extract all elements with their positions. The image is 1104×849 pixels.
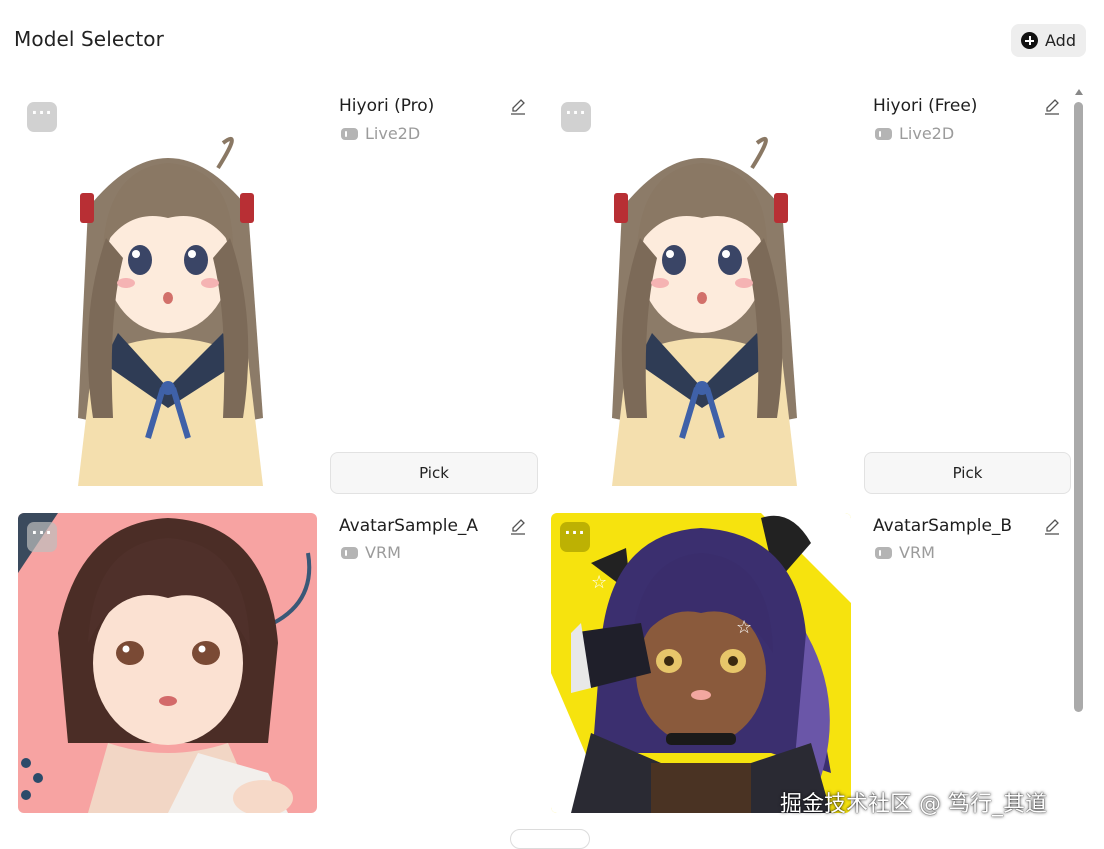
hiyori-illustration xyxy=(18,88,318,486)
model-type: Live2D xyxy=(875,124,954,143)
tag-icon xyxy=(875,546,892,559)
more-options-button[interactable]: ··· xyxy=(27,522,57,552)
svg-text:☆: ☆ xyxy=(736,617,752,638)
model-thumbnail[interactable] xyxy=(552,88,852,486)
watermark: 掘金技术社区 @ 笃行_其道 xyxy=(780,792,1047,817)
svg-text:☆: ☆ xyxy=(591,572,607,593)
model-thumbnail[interactable] xyxy=(18,513,317,813)
pick-button[interactable]: Pick xyxy=(864,452,1071,494)
scroll-up-arrow-icon[interactable] xyxy=(1075,89,1083,95)
model-thumbnail[interactable] xyxy=(18,88,318,486)
model-name: Hiyori (Free) xyxy=(873,96,978,116)
more-options-button[interactable]: ··· xyxy=(27,102,57,132)
edit-icon[interactable] xyxy=(509,515,527,535)
avatar-b-illustration: ☆ ☆ xyxy=(551,513,851,813)
more-options-button[interactable]: ··· xyxy=(561,102,591,132)
model-name: Hiyori (Pro) xyxy=(339,96,435,116)
page-title: Model Selector xyxy=(14,27,164,51)
vertical-scrollbar[interactable] xyxy=(1072,86,1086,839)
model-name: AvatarSample_B xyxy=(873,516,1013,536)
add-model-button[interactable]: Add xyxy=(1011,24,1086,57)
model-thumbnail[interactable]: ☆ ☆ xyxy=(551,513,851,813)
avatar-a-illustration xyxy=(18,513,317,813)
header: Model Selector Add xyxy=(0,0,1104,80)
model-type-label: VRM xyxy=(365,543,401,562)
scrollbar-thumb[interactable] xyxy=(1074,102,1083,712)
model-type: VRM xyxy=(341,543,401,562)
model-type: VRM xyxy=(875,543,935,562)
tag-icon xyxy=(341,546,358,559)
more-options-button[interactable]: ··· xyxy=(560,522,590,552)
plus-circle-icon xyxy=(1021,32,1038,49)
pick-button[interactable]: Pick xyxy=(330,452,538,494)
edit-icon[interactable] xyxy=(509,95,527,115)
model-type-label: Live2D xyxy=(899,124,955,143)
model-name: AvatarSample_A xyxy=(339,516,479,536)
add-button-label: Add xyxy=(1045,31,1076,50)
model-type: Live2D xyxy=(341,124,420,143)
model-type-label: Live2D xyxy=(365,124,421,143)
tag-icon xyxy=(341,127,358,140)
tag-icon xyxy=(875,127,892,140)
hiyori-illustration xyxy=(552,88,852,486)
edit-icon[interactable] xyxy=(1043,515,1061,535)
edit-icon[interactable] xyxy=(1043,95,1061,115)
model-type-label: VRM xyxy=(899,543,935,562)
bottom-pill[interactable] xyxy=(510,829,590,849)
